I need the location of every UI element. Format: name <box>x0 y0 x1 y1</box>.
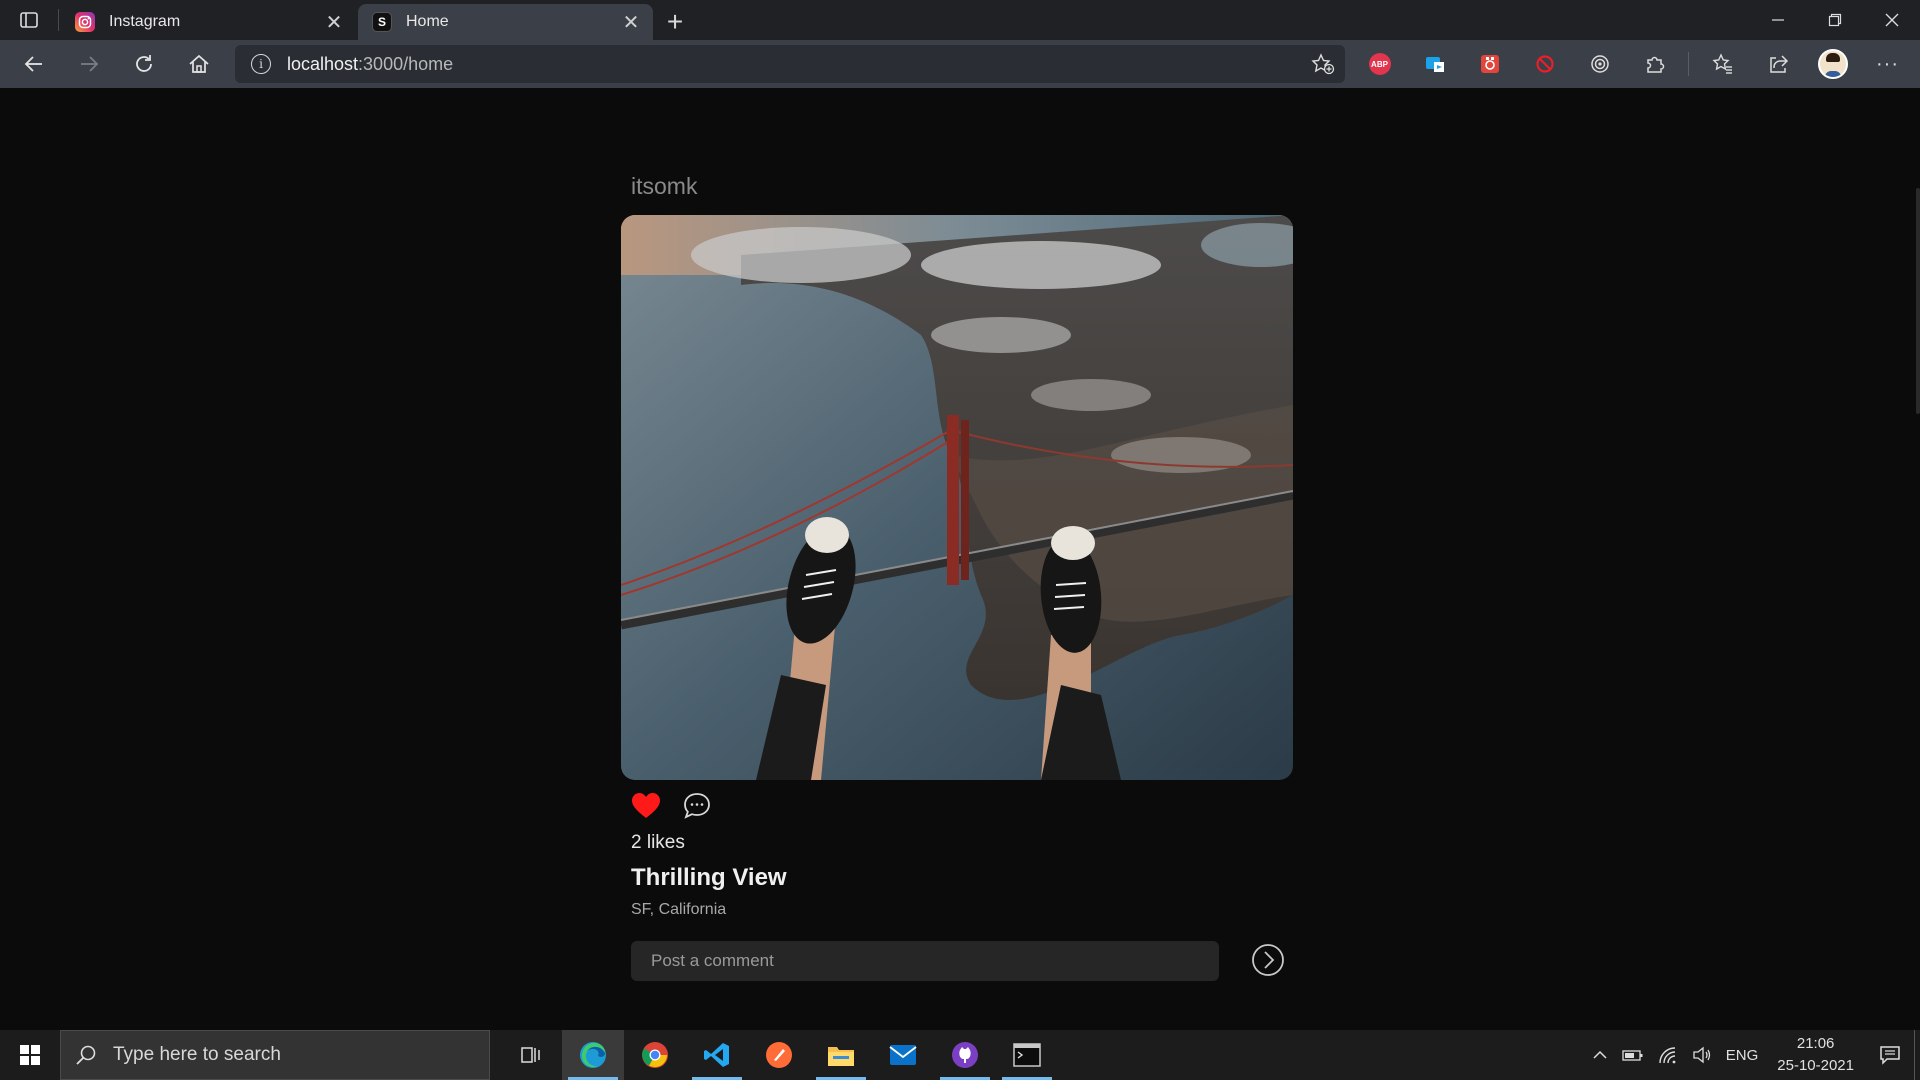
home-button[interactable] <box>171 40 226 88</box>
edge-browser-icon[interactable] <box>562 1030 624 1080</box>
send-comment-icon[interactable] <box>1251 943 1285 977</box>
add-favorite-icon[interactable] <box>1311 53 1335 75</box>
system-tray: ENG 21:06 25-10-2021 <box>1585 1030 1920 1080</box>
file-explorer-icon[interactable] <box>810 1030 872 1080</box>
post-actions <box>631 791 714 821</box>
likes-count: 2 likes <box>631 832 685 853</box>
post-username[interactable]: itsomk <box>631 173 697 200</box>
comment-bubble-icon[interactable] <box>682 791 714 821</box>
close-window-icon[interactable] <box>1863 0 1920 40</box>
clock-time: 21:06 <box>1796 1035 1835 1052</box>
page-content: itsomk 2 likes Thrilling View SF, Califo… <box>0 88 1920 1030</box>
show-hidden-icons-icon[interactable] <box>1585 1047 1615 1063</box>
tab-home[interactable]: S Home ✕ <box>358 4 653 40</box>
translate-extension-icon[interactable] <box>1407 40 1462 88</box>
extensions-puzzle-icon[interactable] <box>1627 40 1682 88</box>
profile-avatar[interactable] <box>1805 40 1860 88</box>
search-icon <box>76 1045 96 1065</box>
toolbar-divider <box>1688 52 1689 76</box>
tab-strip: Instagram ✕ S Home ✕ + <box>0 0 1920 40</box>
target-extension-icon[interactable] <box>1572 40 1627 88</box>
close-tab-icon[interactable]: ✕ <box>621 12 641 34</box>
restore-icon[interactable] <box>1806 0 1863 40</box>
windows-start-icon[interactable] <box>0 1030 60 1080</box>
post-image <box>621 215 1293 780</box>
url-path: :3000/home <box>358 53 454 74</box>
notifications-icon[interactable] <box>1866 1045 1914 1065</box>
clock[interactable]: 21:06 25-10-2021 <box>1765 1033 1866 1077</box>
tab-instagram[interactable]: Instagram ✕ <box>61 4 356 40</box>
volume-icon[interactable] <box>1685 1046 1719 1064</box>
task-view-icon[interactable] <box>500 1030 562 1080</box>
postman-icon[interactable] <box>748 1030 810 1080</box>
search-placeholder: Type here to search <box>113 1044 281 1065</box>
windows-taskbar: Type here to search ENG 21:06 25-10-2021 <box>0 1030 1920 1080</box>
tab-title: Home <box>406 13 449 30</box>
instagram-icon <box>75 12 95 32</box>
forward-button[interactable] <box>61 40 116 88</box>
share-icon[interactable] <box>1750 40 1805 88</box>
site-info-icon[interactable]: i <box>251 54 271 74</box>
blocker-extension-icon[interactable] <box>1517 40 1572 88</box>
scrollbar[interactable] <box>1916 188 1920 414</box>
battery-icon[interactable] <box>1615 1047 1651 1063</box>
like-heart-icon[interactable] <box>631 792 663 820</box>
site-favicon-icon: S <box>372 12 392 32</box>
address-bar[interactable]: i localhost:3000/home <box>235 45 1345 83</box>
taskbar-search[interactable]: Type here to search <box>60 1030 490 1080</box>
adblock-plus-icon[interactable]: ABP <box>1352 40 1407 88</box>
post-location: SF, California <box>631 901 727 918</box>
more-options-icon[interactable]: ··· <box>1860 40 1915 88</box>
window-controls <box>1749 0 1920 40</box>
tab-separator <box>58 9 59 31</box>
refresh-button[interactable] <box>116 40 171 88</box>
tab-title: Instagram <box>109 13 181 30</box>
mail-icon[interactable] <box>872 1030 934 1080</box>
post-title: Thrilling View <box>631 864 787 891</box>
back-button[interactable] <box>6 40 61 88</box>
wifi-icon[interactable] <box>1651 1046 1685 1064</box>
chrome-icon[interactable] <box>624 1030 686 1080</box>
extensions-bar: ABP ··· <box>1352 40 1915 88</box>
terminal-icon[interactable] <box>996 1030 1058 1080</box>
vscode-icon[interactable] <box>686 1030 748 1080</box>
clock-date: 25-10-2021 <box>1777 1057 1854 1074</box>
show-desktop-button[interactable] <box>1914 1030 1920 1080</box>
close-tab-icon[interactable]: ✕ <box>324 12 344 34</box>
new-tab-button[interactable]: + <box>655 4 695 40</box>
url-host: localhost <box>287 53 359 74</box>
taskbar-apps <box>500 1030 1058 1080</box>
github-desktop-icon[interactable] <box>934 1030 996 1080</box>
favorites-icon[interactable] <box>1695 40 1750 88</box>
language-indicator[interactable]: ENG <box>1719 1047 1766 1064</box>
comment-input[interactable] <box>631 941 1219 981</box>
tab-actions-icon[interactable] <box>0 0 58 40</box>
minimize-icon[interactable] <box>1749 0 1806 40</box>
pdf-extension-icon[interactable] <box>1462 40 1517 88</box>
